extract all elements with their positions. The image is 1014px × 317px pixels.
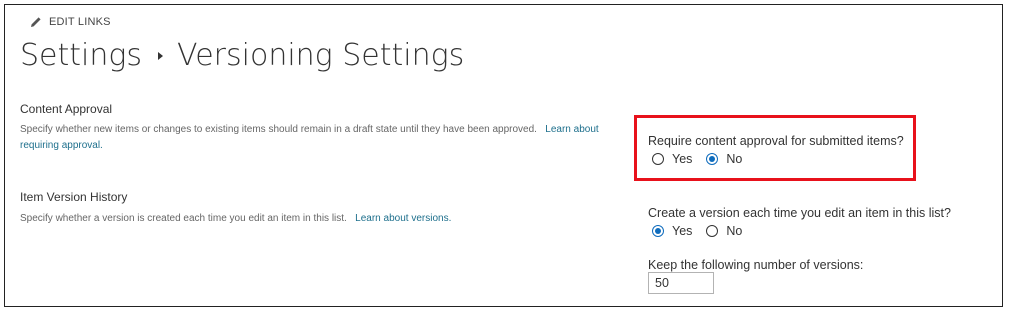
content-approval-yes-radio[interactable] — [652, 153, 664, 165]
edit-links-button[interactable]: EDIT LINKS — [30, 16, 111, 28]
content-approval-yes-option[interactable]: Yes — [652, 152, 692, 166]
pencil-icon — [31, 17, 41, 27]
breadcrumb-settings-link[interactable]: Settings — [20, 38, 142, 73]
breadcrumb-separator-icon — [158, 51, 164, 60]
content-approval-heading: Content Approval — [20, 102, 113, 116]
content-approval-no-label: No — [726, 152, 743, 166]
learn-about-versions-link[interactable]: Learn about versions. — [355, 213, 451, 224]
create-version-yes-label: Yes — [672, 224, 693, 238]
version-history-heading: Item Version History — [20, 190, 128, 204]
breadcrumb-current: Versioning Settings — [177, 38, 465, 73]
content-approval-yes-label: Yes — [672, 152, 693, 166]
content-approval-no-option[interactable]: No — [706, 152, 742, 166]
content-approval-radio-group: Yes No — [652, 152, 756, 166]
create-version-question: Create a version each time you edit an i… — [648, 206, 951, 220]
create-version-no-option[interactable]: No — [706, 224, 742, 238]
create-version-no-label: No — [726, 224, 743, 238]
content-approval-no-radio[interactable] — [706, 153, 719, 165]
create-version-no-radio[interactable] — [706, 225, 719, 237]
version-history-description-text: Specify whether a version is created eac… — [20, 213, 347, 224]
content-approval-description-text: Specify whether new items or changes to … — [20, 124, 537, 135]
page-title: Settings Versioning Settings — [20, 38, 464, 73]
content-approval-question: Require content approval for submitted i… — [648, 134, 904, 148]
version-history-description: Specify whether a version is created eac… — [20, 211, 451, 227]
create-version-yes-option[interactable]: Yes — [652, 224, 692, 238]
edit-links-label: EDIT LINKS — [49, 16, 111, 28]
create-version-yes-radio[interactable] — [652, 225, 664, 237]
create-version-radio-group: Yes No — [652, 224, 756, 238]
keep-versions-label: Keep the following number of versions: — [648, 258, 864, 272]
keep-versions-input[interactable] — [648, 272, 714, 294]
content-approval-description: Specify whether new items or changes to … — [20, 122, 620, 154]
